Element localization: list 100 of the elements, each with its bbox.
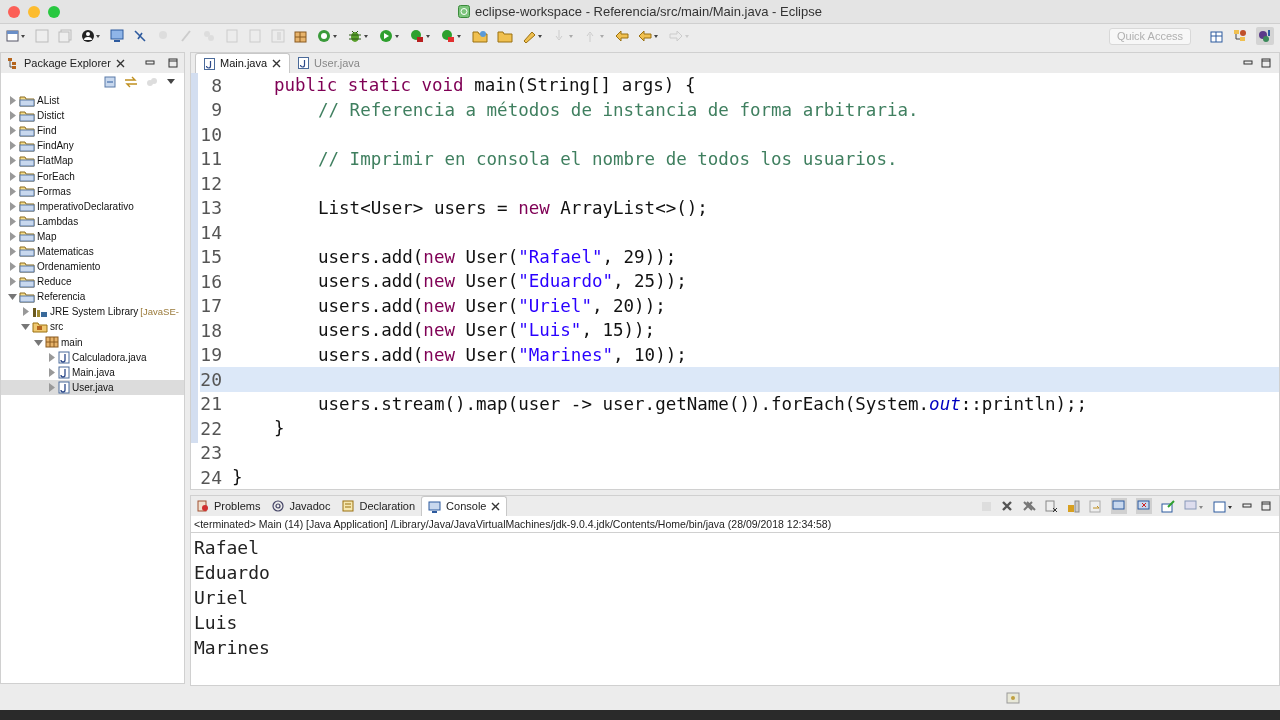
disclosure-icon[interactable]	[7, 216, 17, 227]
java-perspective-icon[interactable]	[1256, 27, 1274, 45]
tree-item-label: Formas	[37, 184, 71, 199]
tree-item[interactable]: ImperativoDeclarativo	[1, 198, 184, 214]
tree-item[interactable]: src	[1, 319, 184, 335]
bug-icon[interactable]	[348, 29, 370, 43]
disclosure-icon[interactable]	[46, 367, 56, 378]
maximize-icon[interactable]	[1261, 58, 1271, 68]
minimize-icon[interactable]	[1242, 503, 1252, 509]
remove-all-icon[interactable]	[1022, 500, 1036, 512]
new-console-icon[interactable]	[1213, 499, 1233, 513]
back-arrow-icon[interactable]	[638, 29, 660, 43]
tree-item[interactable]: Reduce	[1, 274, 184, 290]
close-icon[interactable]	[491, 502, 501, 511]
disclosure-icon[interactable]	[7, 140, 17, 151]
library-version-text: [JavaSE-	[140, 304, 179, 319]
folder-icon[interactable]	[472, 29, 488, 43]
hierarchy-icon[interactable]	[1233, 29, 1247, 43]
back-arrow-icon[interactable]	[615, 29, 629, 43]
tree-item[interactable]: Map	[1, 228, 184, 244]
tree-item[interactable]: Distict	[1, 108, 184, 124]
grid-icon[interactable]	[294, 29, 308, 43]
down-arrow-icon	[553, 29, 575, 43]
minimize-icon[interactable]	[145, 60, 155, 66]
user-icon[interactable]	[81, 29, 101, 43]
disclosure-icon[interactable]	[7, 95, 17, 106]
disclosure-icon[interactable]	[20, 321, 30, 332]
tree-item[interactable]: main	[1, 334, 184, 350]
scroll-lock-icon[interactable]	[1067, 499, 1080, 513]
tree-item[interactable]: AList	[1, 93, 184, 109]
new-icon[interactable]	[6, 29, 26, 43]
clear-console-icon[interactable]	[1045, 499, 1058, 513]
panel-tab[interactable]: Declaration	[336, 496, 422, 516]
tree-item[interactable]: Formas	[1, 183, 184, 199]
tree-item[interactable]: JRE System Library [JavaSE-	[1, 304, 184, 320]
console-output-line: Eduardo	[194, 561, 270, 585]
display-console-icon[interactable]	[1184, 499, 1204, 513]
disclosure-icon[interactable]	[7, 231, 17, 242]
tree-item[interactable]: Find	[1, 123, 184, 139]
disclosure-icon[interactable]	[7, 171, 17, 181]
package-icon	[45, 336, 59, 349]
code-line: // Referencia a métodos de instancia de forma arbitraria.	[318, 98, 919, 122]
status-icon[interactable]	[1006, 692, 1020, 704]
close-icon[interactable]	[115, 58, 125, 68]
line-number: 23	[200, 441, 223, 466]
view-menu-icon[interactable]	[166, 78, 176, 86]
perspective-icon[interactable]	[1210, 29, 1224, 43]
panel-tab[interactable]: Javadoc	[266, 496, 337, 516]
close-icon[interactable]	[272, 59, 282, 68]
run-external-icon[interactable]	[441, 29, 463, 43]
tree-item[interactable]: Matematicas	[1, 243, 184, 260]
tree-item[interactable]: User.java	[1, 379, 184, 395]
panel-tab[interactable]: Console	[421, 496, 508, 516]
show-console-icon[interactable]	[1111, 498, 1127, 514]
tree-item[interactable]: FlatMap	[1, 153, 184, 169]
maximize-icon[interactable]	[1261, 501, 1271, 511]
disclosure-icon[interactable]	[33, 337, 43, 348]
java-file-icon	[204, 57, 215, 70]
monitor-icon[interactable]	[110, 29, 124, 43]
tree-item-label: main	[61, 335, 83, 350]
disclosure-icon[interactable]	[7, 186, 17, 197]
tree-item[interactable]: Calculadora.java	[1, 349, 184, 365]
disclosure-icon[interactable]	[46, 382, 56, 393]
remove-launch-icon[interactable]	[1001, 500, 1013, 512]
disclosure-icon[interactable]	[7, 276, 17, 287]
run-coverage-icon[interactable]	[410, 29, 432, 43]
tree-item-label: ForEach	[37, 169, 75, 184]
link-icon[interactable]	[124, 76, 138, 88]
collapse-all-icon[interactable]	[104, 76, 116, 88]
disclosure-icon[interactable]	[20, 306, 30, 317]
run-icon[interactable]	[379, 29, 401, 43]
close-window-button[interactable]	[8, 5, 20, 18]
disclosure-icon[interactable]	[7, 291, 17, 302]
disclosure-icon[interactable]	[7, 110, 17, 121]
disclosure-icon[interactable]	[7, 246, 17, 257]
tree-item[interactable]: Main.java	[1, 364, 184, 380]
tree-item[interactable]: Lambdas	[1, 213, 184, 229]
tree-item[interactable]: Ordenamiento	[1, 259, 184, 275]
line-number: 19	[200, 343, 223, 368]
tree-item[interactable]: ForEach	[1, 168, 184, 184]
tree-item[interactable]: Referencia	[1, 289, 184, 305]
disclosure-icon[interactable]	[7, 201, 17, 212]
tree-item[interactable]: FindAny	[1, 138, 184, 154]
show-error-console-icon[interactable]	[1136, 498, 1152, 514]
quick-access-field[interactable]: Quick Access	[1109, 27, 1191, 45]
disclosure-icon[interactable]	[7, 261, 17, 272]
pin-console-icon[interactable]	[1161, 499, 1175, 513]
folder-icon[interactable]	[497, 29, 513, 43]
tree-item-label: Find	[37, 124, 57, 139]
maximize-icon[interactable]	[168, 58, 178, 68]
tree-item-label: ImperativoDeclarativo	[37, 199, 134, 214]
problems-icon	[197, 500, 209, 512]
panel-tab[interactable]: Problems	[191, 496, 267, 516]
disclosure-icon[interactable]	[7, 125, 17, 136]
pencil-icon[interactable]	[522, 29, 544, 43]
minimize-icon[interactable]	[1243, 60, 1253, 66]
editor-tab[interactable]: Main.java	[195, 53, 291, 73]
document-icon	[248, 29, 262, 43]
disclosure-icon[interactable]	[7, 155, 17, 166]
disclosure-icon[interactable]	[46, 352, 56, 363]
